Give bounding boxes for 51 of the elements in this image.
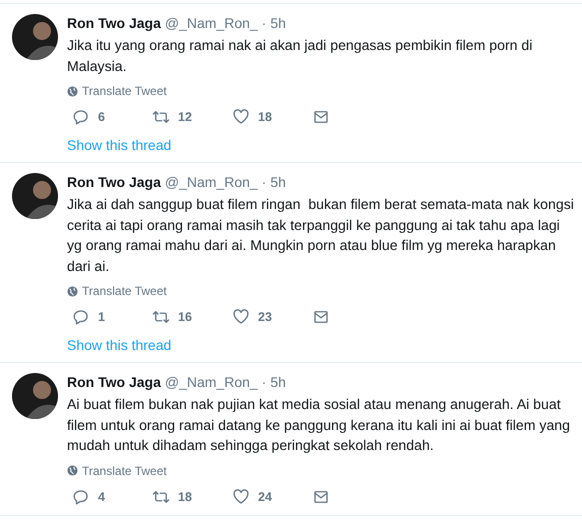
globe-icon — [67, 86, 78, 96]
tweet-text: filem untuk orang ramai datang ke panggung kerana itu kali ini ai buat filem yang — [67, 416, 571, 435]
retweet-button[interactable]: 16 — [147, 308, 227, 326]
separator-dot: · — [262, 14, 266, 33]
author-handle[interactable]: @_Nam_Ron_ — [164, 173, 258, 192]
reply-icon — [72, 308, 90, 326]
tweet-text: cerita ai tapi orang ramai masih tak terpanggil ke panggung ai tak tahu apa lagi — [67, 216, 561, 235]
like-button[interactable]: 24 — [227, 488, 307, 506]
heart-icon — [232, 108, 250, 126]
reply-icon — [72, 108, 90, 126]
heart-icon — [232, 308, 250, 326]
separator-dot: · — [262, 173, 266, 192]
tweet-time[interactable]: 5h — [270, 173, 286, 192]
translate-link[interactable]: Translate Tweet — [67, 464, 167, 478]
tweet-time[interactable]: 5h — [270, 14, 286, 33]
show-thread-link[interactable]: Show this thread — [67, 336, 172, 354]
avatar[interactable] — [12, 14, 58, 60]
tweet-text: Ai buat filem bukan nak pujian kat media sosial atau menang anugerah. Ai buat — [67, 395, 562, 414]
reply-button[interactable]: 1 — [67, 308, 147, 326]
translate-link[interactable]: Translate Tweet — [67, 284, 167, 298]
envelope-icon — [312, 308, 330, 326]
translate-link[interactable]: Translate Tweet — [67, 84, 167, 98]
author-name[interactable]: Ron Two Jaga — [67, 14, 161, 33]
globe-icon — [67, 465, 78, 476]
retweet-button[interactable]: 12 — [147, 108, 227, 126]
separator-dot: · — [262, 373, 266, 392]
like-button[interactable]: 23 — [227, 308, 307, 326]
author-handle[interactable]: @_Nam_Ron_ — [164, 373, 258, 392]
avatar[interactable] — [12, 373, 58, 419]
author-name[interactable]: Ron Two Jaga — [67, 373, 161, 392]
reply-button[interactable]: 6 — [67, 108, 147, 126]
tweet-time[interactable]: 5h — [270, 373, 286, 392]
globe-icon — [67, 286, 78, 296]
envelope-icon — [312, 108, 330, 126]
heart-icon — [232, 488, 250, 506]
author-handle[interactable]: @_Nam_Ron_ — [164, 14, 258, 33]
tweet-text: mudah untuk dihadam sehingga peringkat sekolah rendah. — [67, 436, 435, 455]
reply-icon — [72, 488, 90, 506]
tweet-text: Malaysia. — [67, 56, 128, 76]
author-name[interactable]: Ron Two Jaga — [67, 173, 161, 192]
retweet-icon — [152, 308, 170, 326]
tweet-text: yg orang ramai mahu dari ai. Mungkin porn atau blue film yg mereka harapkan — [67, 236, 557, 255]
tweet-text: dari ai. — [67, 256, 110, 276]
reply-button[interactable]: 4 — [67, 488, 147, 506]
show-thread-link[interactable]: Show this thread — [67, 136, 172, 154]
retweet-button[interactable]: 18 — [147, 488, 227, 506]
retweet-icon — [152, 108, 170, 126]
like-button[interactable]: 18 — [227, 108, 307, 126]
tweet-text: Jika itu yang orang ramai nak ai akan jadi pengasas pembikin filem porn di — [67, 36, 534, 55]
avatar[interactable] — [12, 173, 58, 219]
tweet-text: Jika ai dah sanggup buat filem ringan bukan filem berat semata-mata nak kongsi — [67, 195, 574, 214]
